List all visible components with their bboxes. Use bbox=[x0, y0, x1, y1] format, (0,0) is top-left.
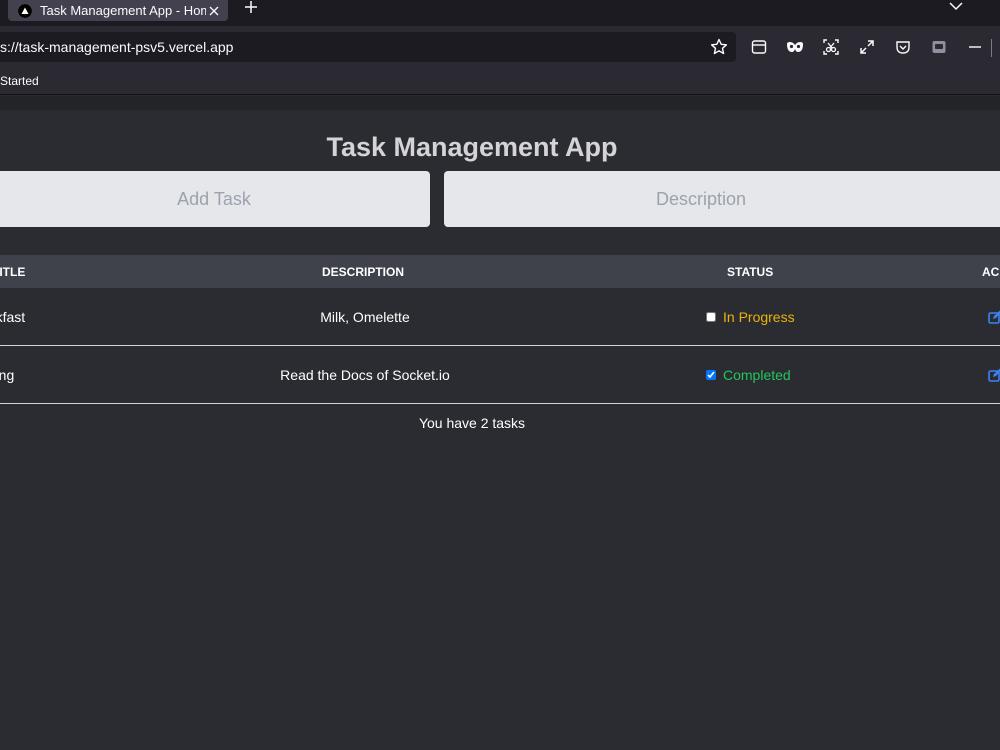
fullscreen-expand-icon[interactable] bbox=[858, 38, 876, 56]
private-mask-icon[interactable] bbox=[786, 38, 804, 56]
task-description: Read the Docs of Socket.io bbox=[280, 367, 450, 383]
status-checkbox[interactable] bbox=[706, 312, 716, 322]
description-input[interactable] bbox=[444, 171, 1000, 227]
tab-close-icon[interactable] bbox=[206, 3, 222, 19]
browser-toolbar: s://task-management-psv5.vercel.app bbox=[0, 26, 1000, 68]
reader-view-icon[interactable] bbox=[750, 38, 768, 56]
task-status: Completed bbox=[706, 367, 791, 383]
task-count: You have 2 tasks bbox=[418, 415, 526, 431]
toolbar-separator bbox=[991, 39, 992, 57]
column-header-title: TITLE bbox=[0, 265, 26, 279]
screenshot-icon[interactable] bbox=[822, 38, 840, 56]
extension-icon[interactable] bbox=[930, 38, 948, 56]
status-label: In Progress bbox=[723, 309, 795, 325]
add-task-input[interactable] bbox=[0, 171, 430, 227]
browser-tab[interactable]: Task Management App - Home bbox=[8, 0, 228, 21]
task-description: Milk, Omelette bbox=[320, 309, 410, 325]
edit-icon[interactable] bbox=[988, 310, 1000, 324]
status-label: Completed bbox=[723, 367, 791, 383]
column-header-status: STATUS bbox=[727, 265, 774, 279]
page-top-strip bbox=[0, 96, 1000, 110]
pocket-icon[interactable] bbox=[894, 38, 912, 56]
tab-title: Task Management App - Home bbox=[40, 3, 206, 18]
bookmark-star-icon[interactable] bbox=[710, 38, 728, 56]
task-status: In Progress bbox=[706, 309, 795, 325]
edit-icon[interactable] bbox=[988, 368, 1000, 382]
vercel-favicon-icon bbox=[18, 3, 32, 18]
table-header: TITLE DESCRIPTION STATUS AC bbox=[0, 255, 1000, 288]
column-header-description: DESCRIPTION bbox=[322, 265, 405, 279]
chevron-down-icon[interactable] bbox=[947, 0, 965, 12]
bookmarks-bar: Started bbox=[0, 68, 1000, 95]
url-bar[interactable]: s://task-management-psv5.vercel.app bbox=[0, 32, 736, 62]
page-title: Task Management App bbox=[326, 132, 618, 162]
bookmark-getting-started[interactable]: Started bbox=[0, 74, 39, 88]
url-text[interactable]: s://task-management-psv5.vercel.app bbox=[0, 39, 233, 55]
column-header-actions: AC bbox=[982, 265, 1000, 279]
app-page: Task Management App TITLE DESCRIPTION ST… bbox=[0, 110, 1000, 750]
table-row: oding Read the Docs of Socket.io Complet… bbox=[0, 346, 1000, 404]
minimize-icon[interactable] bbox=[966, 38, 984, 56]
new-tab-plus-icon[interactable] bbox=[242, 0, 260, 14]
table-row: eakfast Milk, Omelette In Progress bbox=[0, 288, 1000, 346]
status-checkbox[interactable] bbox=[706, 370, 716, 380]
browser-tab-bar: Task Management App - Home bbox=[0, 0, 1000, 26]
